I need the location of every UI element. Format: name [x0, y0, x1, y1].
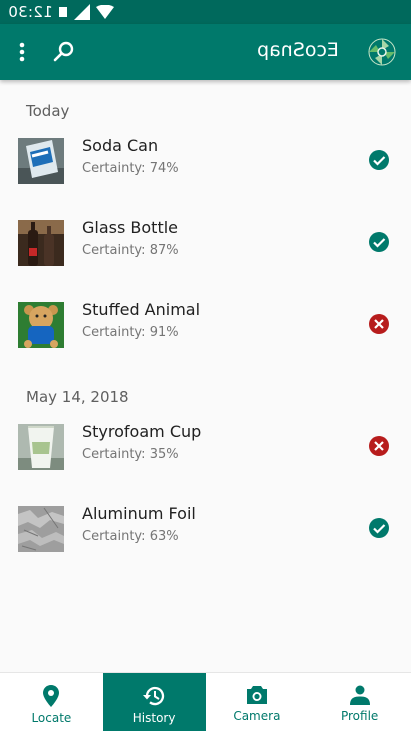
item-name: Aluminum Foil	[82, 504, 196, 523]
status-time: 12:30	[8, 3, 53, 21]
status-bar: 12:30	[0, 0, 411, 24]
person-icon	[349, 685, 370, 705]
section-header-today: Today	[26, 102, 70, 120]
notification-icon	[58, 6, 68, 18]
list-item[interactable]: Soda Can Certainty: 74%	[0, 124, 411, 188]
location-pin-icon	[43, 685, 60, 707]
camera-icon	[246, 685, 268, 705]
app-bar: EcoSnap	[0, 24, 411, 80]
check-icon	[368, 149, 390, 171]
history-list: Today Soda Can Certainty: 74% Glass Bott…	[0, 80, 411, 672]
item-name: Soda Can	[82, 136, 159, 155]
check-icon	[368, 517, 390, 539]
nav-camera[interactable]: Camera	[206, 673, 309, 731]
item-thumbnail	[18, 138, 64, 184]
list-item[interactable]: Styrofoam Cup Certainty: 35%	[0, 410, 411, 474]
nav-label: Camera	[233, 709, 281, 723]
nav-locate[interactable]: Locate	[0, 673, 103, 731]
bottom-navigation: Locate History Camera Profile	[0, 672, 411, 731]
item-thumbnail	[18, 506, 64, 552]
item-thumbnail	[18, 302, 64, 348]
cancel-icon	[368, 435, 390, 457]
item-certainty: Certainty: 35%	[82, 447, 179, 462]
item-name: Glass Bottle	[82, 218, 179, 237]
nav-history[interactable]: History	[102, 673, 206, 731]
ecosnap-logo-icon	[367, 37, 397, 67]
item-certainty: Certainty: 91%	[82, 325, 179, 340]
wifi-icon	[96, 5, 114, 19]
nav-label: History	[132, 711, 176, 725]
list-item[interactable]: Aluminum Foil Certainty: 63%	[0, 492, 411, 556]
section-header-date: May 14, 2018	[26, 388, 129, 406]
item-certainty: Certainty: 87%	[82, 243, 179, 258]
history-screen: 12:30 EcoSnap Today Soda Can Certainty: …	[0, 0, 411, 731]
more-vert-icon[interactable]	[8, 38, 36, 66]
list-item[interactable]: Stuffed Animal Certainty: 91%	[0, 288, 411, 352]
signal-icon	[74, 4, 90, 20]
nav-label: Locate	[31, 711, 72, 725]
item-thumbnail	[18, 220, 64, 266]
check-icon	[368, 231, 390, 253]
item-certainty: Certainty: 63%	[82, 529, 179, 544]
item-thumbnail	[18, 424, 64, 470]
app-title: EcoSnap	[257, 39, 339, 61]
item-certainty: Certainty: 74%	[82, 161, 179, 176]
history-icon	[142, 685, 166, 707]
item-name: Stuffed Animal	[82, 300, 201, 319]
item-name: Styrofoam Cup	[82, 422, 202, 441]
nav-profile[interactable]: Profile	[308, 673, 411, 731]
nav-label: Profile	[340, 709, 379, 723]
cancel-icon	[368, 313, 390, 335]
search-icon[interactable]	[50, 38, 78, 66]
list-item[interactable]: Glass Bottle Certainty: 87%	[0, 206, 411, 270]
status-icons	[58, 4, 114, 20]
